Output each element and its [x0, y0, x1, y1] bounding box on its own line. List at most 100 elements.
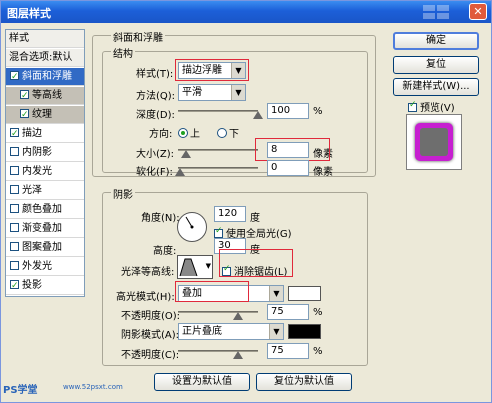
checkbox-unchecked-icon[interactable] [10, 185, 19, 194]
shadow-opacity-input[interactable]: 75 [267, 343, 309, 359]
highlight-opacity-value: 75 [271, 306, 284, 317]
style-list-item[interactable]: 外发光 [6, 258, 84, 276]
highlight-box-size [255, 138, 330, 161]
soften-label: 软化(F): [136, 167, 173, 178]
style-list-item-label: 外发光 [22, 261, 52, 272]
depth-input[interactable]: 100 [267, 103, 309, 119]
angle-value: 120 [218, 208, 238, 219]
style-list-item[interactable]: 描边 [6, 125, 84, 143]
window-title: 图层样式 [7, 7, 51, 20]
highlight-box-antialias [219, 249, 293, 277]
soften-unit: 像素 [313, 167, 333, 178]
direction-down-radio[interactable]: 下 [217, 125, 239, 140]
style-list-item-label: 斜面和浮雕 [22, 71, 72, 82]
checkbox-checked-icon [214, 226, 223, 238]
shadow-mode-select[interactable]: 正片叠底 ▼ [178, 323, 284, 340]
style-list-item-label: 描边 [22, 128, 42, 139]
style-list-item[interactable]: 颜色叠加 [6, 201, 84, 219]
shadow-opacity-knob[interactable] [233, 351, 243, 359]
style-list-item[interactable]: 斜面和浮雕 [6, 68, 84, 86]
technique-select[interactable]: 平滑 ▼ [178, 84, 246, 101]
style-list-item-label: 颜色叠加 [22, 204, 62, 215]
style-list-item[interactable]: 投影 [6, 277, 84, 295]
preview-checkbox[interactable]: 预览(V) [408, 99, 455, 114]
style-list-item-label: 渐变叠加 [22, 223, 62, 234]
depth-slider-knob[interactable] [253, 111, 263, 119]
style-list-item-label: 光泽 [22, 185, 42, 196]
direction-up-radio[interactable]: 上 [178, 125, 200, 140]
checkbox-checked-icon[interactable] [20, 87, 29, 105]
shadow-color-swatch[interactable] [288, 324, 321, 339]
shadow-mode-label: 阴影模式(A): [121, 330, 180, 341]
highlight-opacity-slider[interactable] [178, 311, 258, 313]
ok-button[interactable]: 确定 [393, 32, 479, 50]
windows-logo-icon [423, 5, 449, 19]
gloss-contour-picker[interactable]: ▼ [177, 255, 213, 279]
checkbox-unchecked-icon[interactable] [10, 223, 19, 232]
reset-button[interactable]: 复位 [393, 56, 479, 74]
style-list-item[interactable]: 内发光 [6, 163, 84, 181]
bevel-emboss-title: 斜面和浮雕 [111, 29, 165, 44]
depth-slider[interactable] [178, 110, 258, 112]
style-list-item[interactable]: 渐变叠加 [6, 220, 84, 238]
style-list-item-label: 内发光 [22, 166, 52, 177]
shadow-opacity-value: 75 [271, 345, 284, 356]
style-list-item-label: 混合选项:默认 [9, 52, 73, 63]
new-style-button[interactable]: 新建样式(W)... [393, 78, 479, 96]
style-list-item[interactable]: 内阴影 [6, 144, 84, 162]
structure-title: 结构 [111, 45, 135, 60]
style-list-item[interactable]: 等高线 [6, 87, 84, 105]
style-list-item[interactable]: 光泽 [6, 182, 84, 200]
style-list-item-label: 等高线 [32, 90, 62, 101]
checkbox-checked-icon[interactable] [20, 106, 29, 124]
layer-style-dialog: 图层样式 ✕ 样式混合选项:默认斜面和浮雕等高线纹理描边内阴影内发光光泽颜色叠加… [0, 0, 492, 403]
title-bar: 图层样式 ✕ [1, 1, 491, 23]
chevron-down-icon: ▼ [231, 85, 245, 100]
close-icon: ✕ [473, 5, 483, 18]
close-button[interactable]: ✕ [469, 3, 487, 20]
angle-label: 角度(N): [141, 213, 180, 224]
checkbox-unchecked-icon[interactable] [10, 166, 19, 175]
depth-value: 100 [271, 105, 291, 116]
soften-input[interactable]: 0 [267, 160, 309, 176]
style-list-item-label: 样式 [9, 33, 29, 44]
angle-dial[interactable] [177, 212, 207, 242]
angle-input[interactable]: 120 [214, 206, 246, 222]
altitude-label: 高度: [153, 246, 177, 257]
highlight-opacity-knob[interactable] [233, 312, 243, 320]
checkbox-checked-icon[interactable] [10, 125, 19, 143]
style-list-item[interactable]: 图案叠加 [6, 239, 84, 257]
checkbox-unchecked-icon[interactable] [10, 147, 19, 156]
chevron-down-icon: ▼ [269, 286, 283, 301]
make-default-button[interactable]: 设置为默认值 [154, 373, 250, 391]
highlight-box-mode [175, 281, 249, 302]
style-list-item-label: 投影 [22, 280, 42, 291]
style-list-item[interactable]: 混合选项:默认 [6, 49, 84, 67]
soften-slider-knob[interactable] [175, 168, 185, 176]
highlight-box-style [175, 59, 249, 81]
watermark-left: PS学堂 [3, 385, 38, 396]
soften-slider[interactable] [178, 167, 258, 169]
style-list: 样式混合选项:默认斜面和浮雕等高线纹理描边内阴影内发光光泽颜色叠加渐变叠加图案叠… [5, 29, 85, 297]
chevron-down-icon: ▼ [205, 262, 211, 270]
soften-value: 0 [271, 162, 278, 173]
style-list-item[interactable]: 纹理 [6, 106, 84, 124]
radio-selected-icon [178, 128, 188, 138]
style-list-item[interactable]: 样式 [6, 30, 84, 48]
reset-default-button[interactable]: 复位为默认值 [256, 373, 352, 391]
style-list-item-label: 图案叠加 [22, 242, 62, 253]
highlight-opacity-input[interactable]: 75 [267, 304, 309, 320]
checkbox-unchecked-icon[interactable] [10, 204, 19, 213]
size-slider-knob[interactable] [181, 150, 191, 158]
size-label: 大小(Z): [136, 149, 175, 160]
shadow-opacity-slider[interactable] [178, 350, 258, 352]
shadow-opacity-label: 不透明度(C): [121, 350, 180, 361]
style-list-item-label: 内阴影 [22, 147, 52, 158]
highlight-opacity-label: 不透明度(O): [121, 311, 181, 322]
checkbox-checked-icon[interactable] [10, 68, 19, 86]
shadow-opacity-unit: % [313, 346, 323, 357]
checkbox-unchecked-icon[interactable] [10, 261, 19, 270]
checkbox-unchecked-icon[interactable] [10, 242, 19, 251]
checkbox-checked-icon[interactable] [10, 277, 19, 295]
highlight-color-swatch[interactable] [288, 286, 321, 301]
